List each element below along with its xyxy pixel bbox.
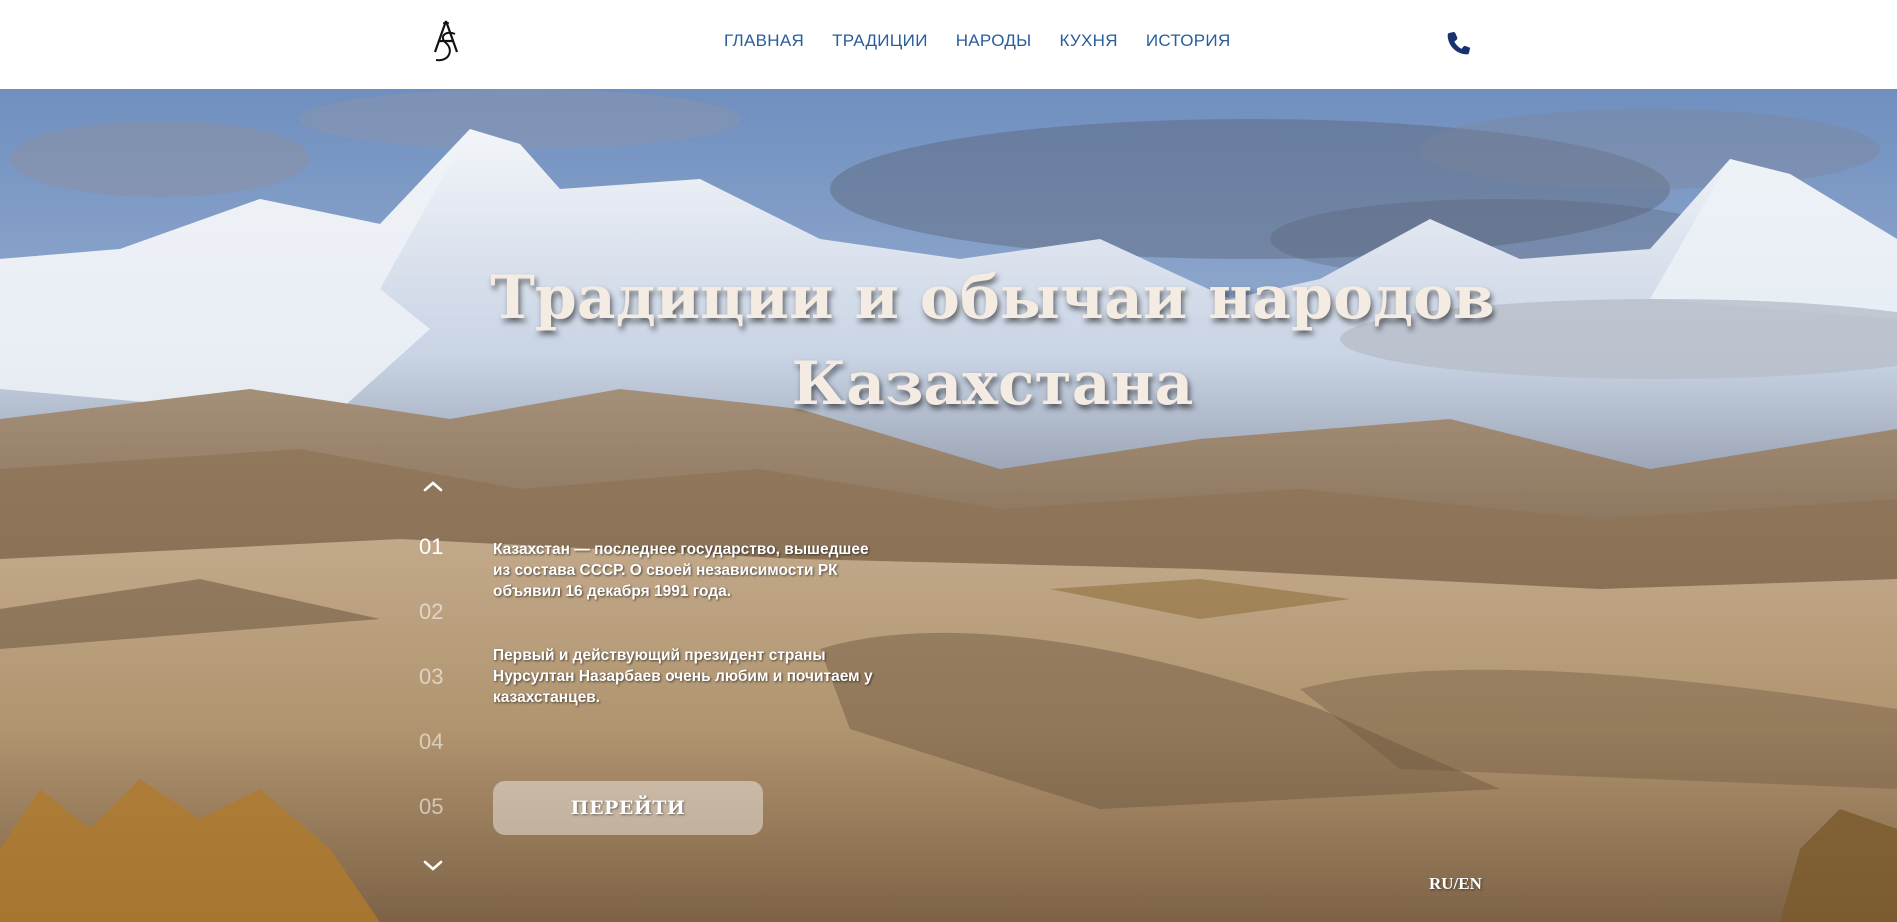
- slide-number-01[interactable]: 01: [419, 534, 443, 560]
- hero-section: Традиции и обычаи народов Казахстана 01 …: [0, 89, 1897, 922]
- main-nav: ГЛАВНАЯ ТРАДИЦИИ НАРОДЫ КУХНЯ ИСТОРИЯ: [724, 31, 1231, 51]
- slide-number-05[interactable]: 05: [419, 794, 443, 820]
- slide-number-03[interactable]: 03: [419, 664, 443, 690]
- hero-title-line-2: Казахстана: [791, 349, 1194, 419]
- slide-number-04[interactable]: 04: [419, 729, 443, 755]
- chevron-down-icon[interactable]: [422, 859, 444, 873]
- chevron-up-icon[interactable]: [422, 479, 444, 493]
- nav-link-history[interactable]: ИСТОРИЯ: [1146, 31, 1231, 51]
- nav-link-home[interactable]: ГЛАВНАЯ: [724, 31, 804, 51]
- language-switch[interactable]: RU/EN: [1429, 874, 1482, 894]
- nav-link-cuisine[interactable]: КУХНЯ: [1060, 31, 1118, 51]
- monogram-logo-icon[interactable]: [425, 18, 467, 68]
- nav-link-traditions[interactable]: ТРАДИЦИИ: [832, 31, 928, 51]
- hero-title-line-1: Традиции и обычаи народов: [490, 263, 1495, 333]
- site-header: ГЛАВНАЯ ТРАДИЦИИ НАРОДЫ КУХНЯ ИСТОРИЯ: [0, 0, 1897, 89]
- go-button[interactable]: ПЕРЕЙТИ: [493, 781, 763, 835]
- mountain-landscape-image: [0, 89, 1897, 922]
- phone-icon[interactable]: [1443, 27, 1475, 59]
- hero-paragraph-1: Казахстан — последнее государство, вышед…: [493, 541, 869, 600]
- nav-link-peoples[interactable]: НАРОДЫ: [956, 31, 1032, 51]
- hero-paragraph-2: Первый и действующий президент страны Ну…: [493, 647, 873, 706]
- slide-number-02[interactable]: 02: [419, 599, 443, 625]
- hero-title: Традиции и обычаи народов Казахстана: [0, 255, 1897, 427]
